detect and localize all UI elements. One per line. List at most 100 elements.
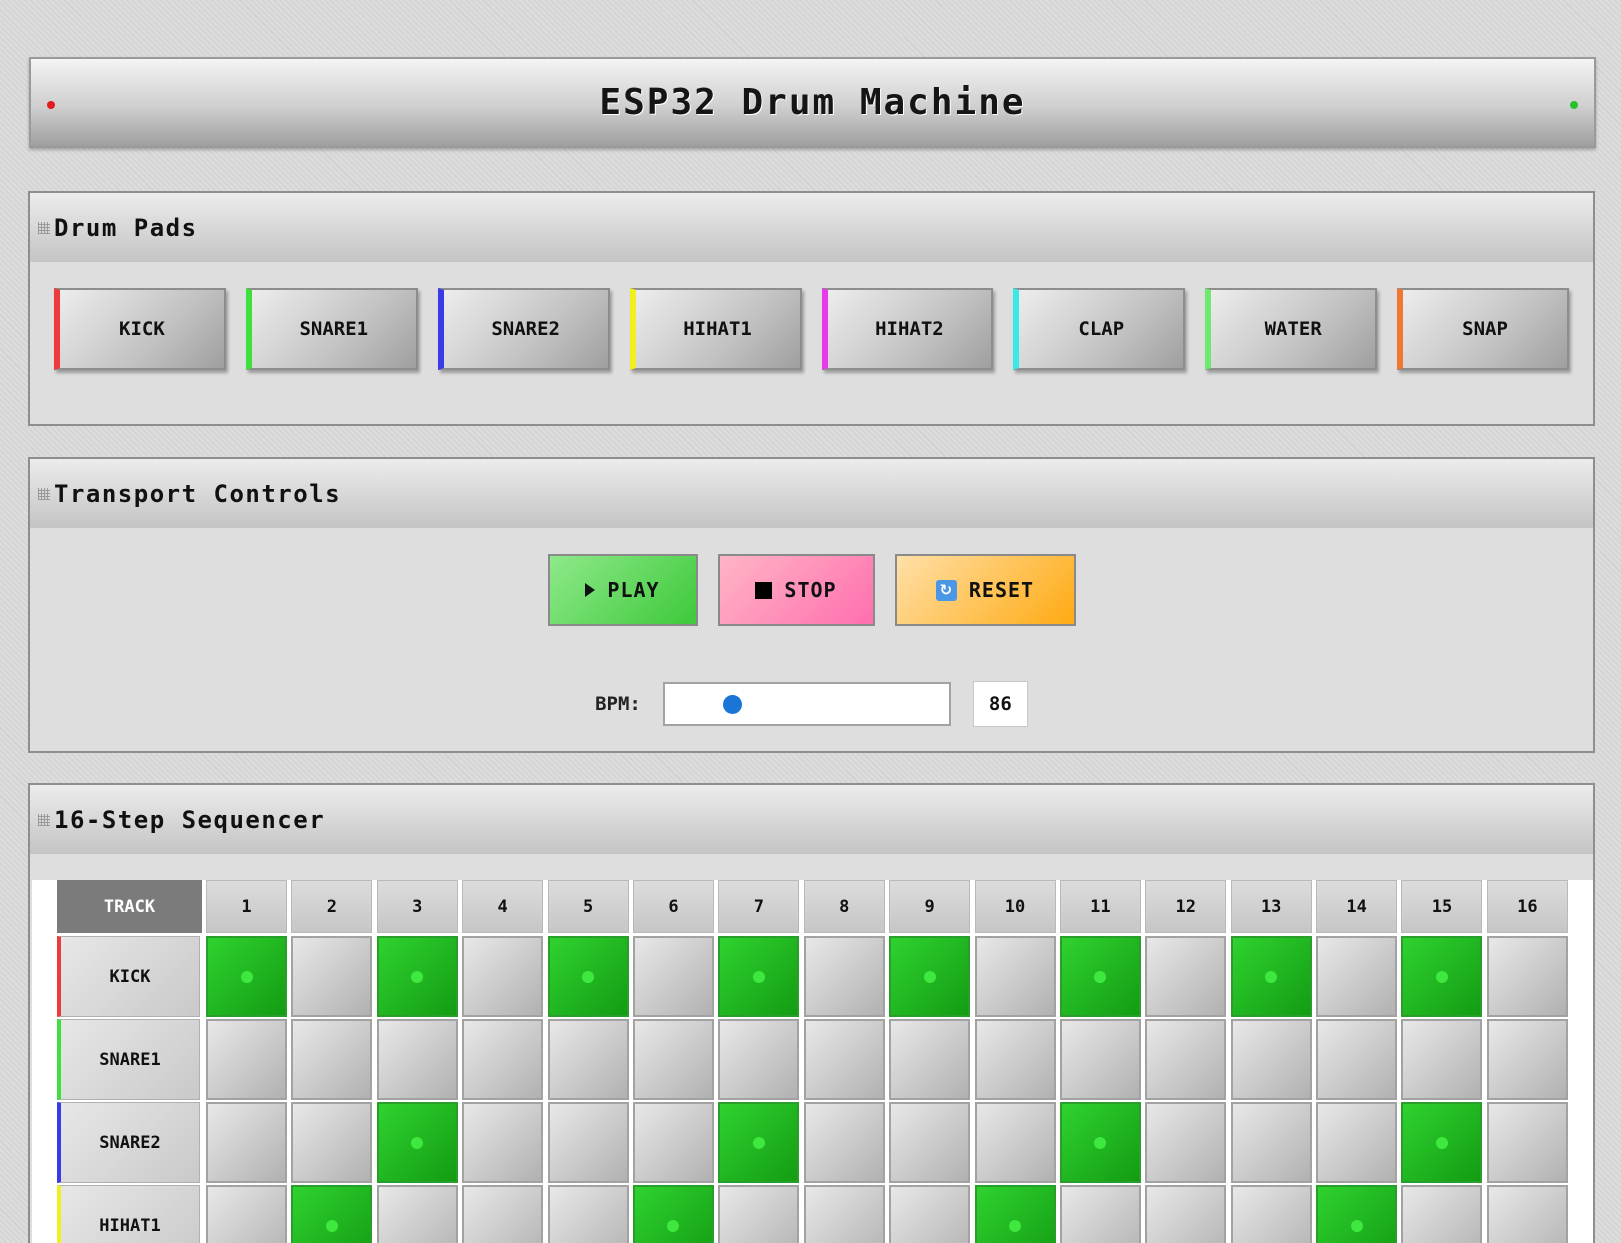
step-cell[interactable] [1145, 936, 1227, 1017]
step-cell[interactable] [1230, 1185, 1312, 1243]
step-cell[interactable] [1486, 1185, 1568, 1243]
drum-pad-snare1[interactable]: SNARE1 [245, 288, 418, 370]
reset-label: RESET [968, 578, 1035, 602]
step-cell[interactable] [803, 1019, 885, 1100]
step-cell[interactable] [1316, 1185, 1398, 1243]
step-cell[interactable] [1059, 1102, 1141, 1183]
sequencer-row-kick: KICK [57, 936, 1572, 1017]
sequencer-panel: 16-Step Sequencer TRACK 1 2 3 4 5 6 7 8 9 10 11 12 13… [28, 783, 1595, 1243]
step-cell[interactable] [206, 936, 287, 1017]
step-cell[interactable] [632, 1102, 714, 1183]
track-label: SNARE1 [57, 1019, 200, 1100]
grip-icon [38, 487, 50, 500]
step-cell[interactable] [1059, 1019, 1141, 1100]
step-cell[interactable] [974, 936, 1056, 1017]
step-cell[interactable] [1316, 1019, 1398, 1100]
track-label: SNARE2 [57, 1102, 200, 1183]
step-cell[interactable] [291, 1019, 373, 1100]
drum-pad-hihat1[interactable]: HIHAT1 [629, 288, 802, 370]
step-cell[interactable] [1486, 1102, 1568, 1183]
step-cell[interactable] [376, 936, 458, 1017]
step-cell[interactable] [718, 1019, 800, 1100]
step-cell[interactable] [206, 1102, 287, 1183]
stop-square-icon [755, 581, 773, 599]
step-cell[interactable] [462, 936, 544, 1017]
step-cell[interactable] [1401, 936, 1483, 1017]
step-cell[interactable] [376, 1185, 458, 1243]
step-cell[interactable] [889, 1185, 971, 1243]
play-button[interactable]: PLAY [547, 554, 698, 626]
step-header: 8 [803, 880, 885, 933]
transport-header: Transport Controls [30, 459, 1593, 528]
step-cell[interactable] [1059, 1185, 1141, 1243]
drum-pads-panel: Drum Pads KICK SNARE1 SNARE2 HIHAT1 HIHAT2 CL… [28, 191, 1595, 426]
step-cell[interactable] [291, 1102, 373, 1183]
drum-pad-kick[interactable]: KICK [54, 288, 226, 370]
step-cell[interactable] [803, 1102, 885, 1183]
step-cell[interactable] [1230, 936, 1312, 1017]
step-cell[interactable] [206, 1019, 287, 1100]
step-cell[interactable] [1486, 1019, 1568, 1100]
drum-pads-row: KICK SNARE1 SNARE2 HIHAT1 HIHAT2 CLAP WATER SNA… [54, 288, 1569, 370]
step-cell[interactable] [1401, 1185, 1483, 1243]
drum-pads-title: Drum Pads [54, 213, 198, 242]
bpm-value-field[interactable]: 86 [972, 681, 1028, 727]
drum-pad-clap[interactable]: CLAP [1013, 288, 1186, 370]
step-cell[interactable] [1230, 1019, 1312, 1100]
step-cell[interactable] [974, 1185, 1056, 1243]
step-cell[interactable] [547, 936, 629, 1017]
step-cell[interactable] [376, 1019, 458, 1100]
drum-pad-snap[interactable]: SNAP [1397, 288, 1569, 370]
sequencer-header: 16-Step Sequencer [30, 785, 1593, 854]
step-cell[interactable] [632, 1019, 714, 1100]
step-cell[interactable] [1230, 1102, 1312, 1183]
step-cell[interactable] [291, 936, 373, 1017]
step-cell[interactable] [547, 1185, 629, 1243]
step-cell[interactable] [1486, 936, 1568, 1017]
step-cell[interactable] [1401, 1102, 1483, 1183]
step-cell[interactable] [632, 936, 714, 1017]
step-cell[interactable] [718, 1185, 800, 1243]
step-cell[interactable] [718, 1102, 800, 1183]
stop-button[interactable]: STOP [717, 554, 875, 626]
step-cell[interactable] [547, 1102, 629, 1183]
step-cell[interactable] [1316, 936, 1398, 1017]
step-cell[interactable] [803, 1185, 885, 1243]
step-cell[interactable] [1145, 1185, 1227, 1243]
step-cell[interactable] [547, 1019, 629, 1100]
bpm-slider[interactable] [662, 682, 951, 726]
step-cell[interactable] [803, 936, 885, 1017]
step-header: 10 [974, 880, 1056, 933]
step-cell[interactable] [974, 1019, 1056, 1100]
step-cell[interactable] [1145, 1019, 1227, 1100]
sequencer-title: 16-Step Sequencer [54, 805, 326, 834]
step-cell[interactable] [718, 936, 800, 1017]
step-cell[interactable] [291, 1185, 373, 1243]
step-cell[interactable] [889, 936, 971, 1017]
drum-pad-water[interactable]: WATER [1205, 288, 1378, 370]
step-cell[interactable] [462, 1019, 544, 1100]
drum-pad-snare2[interactable]: SNARE2 [437, 288, 610, 370]
drum-pads-header: Drum Pads [30, 193, 1593, 262]
step-cell[interactable] [1059, 936, 1141, 1017]
drum-pad-hihat2[interactable]: HIHAT2 [821, 288, 994, 370]
step-cell[interactable] [376, 1102, 458, 1183]
app-header: ESP32 Drum Machine [29, 57, 1596, 148]
bpm-slider-thumb[interactable] [722, 695, 742, 714]
step-header: 16 [1486, 880, 1568, 933]
reset-button[interactable]: ↻ RESET [894, 554, 1076, 626]
track-column-header: TRACK [57, 880, 202, 933]
step-cell[interactable] [206, 1185, 287, 1243]
step-cell[interactable] [1401, 1019, 1483, 1100]
step-cell[interactable] [1316, 1102, 1398, 1183]
sequencer-row-snare1: SNARE1 [57, 1019, 1572, 1100]
step-header: 2 [291, 880, 373, 933]
step-header: 14 [1316, 880, 1398, 933]
step-cell[interactable] [462, 1185, 544, 1243]
step-cell[interactable] [974, 1102, 1056, 1183]
step-cell[interactable] [1145, 1102, 1227, 1183]
step-cell[interactable] [632, 1185, 714, 1243]
step-cell[interactable] [889, 1102, 971, 1183]
step-cell[interactable] [462, 1102, 544, 1183]
step-cell[interactable] [889, 1019, 971, 1100]
